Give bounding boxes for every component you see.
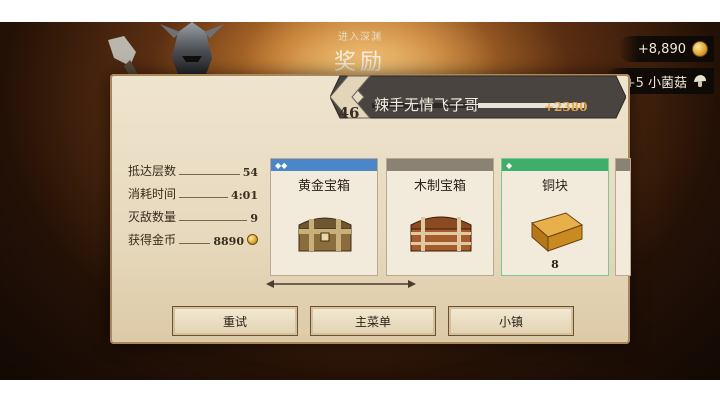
retry-button[interactable]: 重试 bbox=[172, 306, 298, 336]
reward-card-wood-chest[interactable]: 木制宝箱 bbox=[386, 158, 494, 276]
reward-card-copper[interactable]: ◆ 铜块 8 bbox=[501, 158, 609, 276]
stat-kills: 灭敌数量 9 bbox=[128, 202, 258, 225]
stat-label: 灭敌数量 bbox=[128, 210, 177, 224]
stat-leader-line bbox=[179, 174, 240, 175]
reward-quantity: 8 bbox=[551, 258, 559, 271]
rarity-strip bbox=[616, 159, 630, 171]
reward-card-partial[interactable] bbox=[615, 158, 631, 276]
stat-label: 抵达层数 bbox=[128, 164, 177, 178]
stat-value: 54 bbox=[242, 166, 258, 179]
rarity-badge: ◆ bbox=[506, 160, 513, 170]
stat-time: 消耗时间 4:01 bbox=[128, 179, 258, 202]
stat-leader-line bbox=[179, 243, 211, 244]
gold-chest-icon bbox=[298, 217, 352, 252]
gold-coin-icon bbox=[692, 41, 708, 57]
stat-label: 消耗时间 bbox=[128, 187, 177, 201]
reward-card-gold-chest[interactable]: ◆◆ 黄金宝箱 bbox=[270, 158, 378, 276]
copper-ingot-icon bbox=[530, 212, 584, 253]
town-button[interactable]: 小镇 bbox=[448, 306, 574, 336]
xp-gain: +2380 bbox=[544, 100, 588, 114]
mushroom-gain-value: +5 小菌菇 bbox=[624, 75, 687, 91]
stat-gold: 获得金币 8890 bbox=[128, 225, 258, 248]
reward-scroll-indicator[interactable] bbox=[266, 278, 416, 290]
main-menu-button[interactable]: 主菜单 bbox=[310, 306, 436, 336]
rarity-strip bbox=[387, 159, 493, 171]
stat-value: 9 bbox=[250, 212, 258, 225]
stat-leader-line bbox=[179, 220, 248, 221]
gold-coin-icon bbox=[247, 234, 258, 245]
stat-floors: 抵达层数 54 bbox=[128, 156, 258, 179]
player-name: 辣手无情飞子哥 bbox=[374, 96, 480, 114]
mushroom-icon bbox=[694, 75, 706, 87]
screenshot-frame: 进入深渊 奖励 +8,890 +5 小菌菇 46 辣手无情飞子哥 +2380 抵… bbox=[0, 0, 720, 404]
reward-name: 黄金宝箱 bbox=[297, 179, 350, 194]
stat-leader-line bbox=[179, 197, 228, 198]
run-stats: 抵达层数 54 消耗时间 4:01 灭敌数量 9 获得金币 8890 bbox=[128, 156, 258, 248]
rarity-strip: ◆ bbox=[502, 159, 608, 171]
stat-value: 8890 bbox=[213, 235, 244, 248]
stat-label: 获得金币 bbox=[128, 233, 177, 247]
reward-name: 铜块 bbox=[541, 179, 568, 194]
rarity-strip: ◆◆ bbox=[271, 159, 377, 171]
rarity-badge: ◆◆ bbox=[275, 160, 288, 170]
stat-value: 4:01 bbox=[230, 189, 258, 202]
wood-chest-icon bbox=[410, 216, 472, 252]
header-subtitle: 进入深渊 bbox=[338, 32, 382, 43]
player-level: 46 bbox=[338, 104, 360, 122]
bottom-letterbox bbox=[0, 380, 720, 404]
reward-name: 木制宝箱 bbox=[413, 179, 466, 194]
top-letterbox bbox=[0, 0, 720, 22]
gold-gain-value: +8,890 bbox=[637, 41, 686, 57]
gold-gain-counter: +8,890 bbox=[618, 36, 714, 62]
